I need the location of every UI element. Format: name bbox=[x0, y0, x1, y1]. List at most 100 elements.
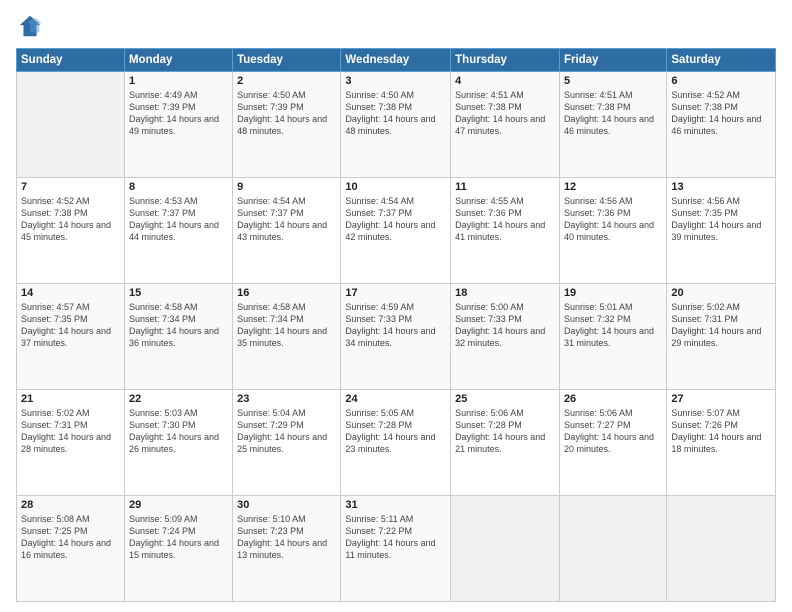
day-info: Sunrise: 4:51 AM Sunset: 7:38 PM Dayligh… bbox=[564, 89, 662, 138]
logo-icon bbox=[16, 12, 44, 40]
day-info: Sunrise: 4:54 AM Sunset: 7:37 PM Dayligh… bbox=[237, 195, 336, 244]
weekday-header-thursday: Thursday bbox=[451, 49, 560, 72]
calendar-cell: 17Sunrise: 4:59 AM Sunset: 7:33 PM Dayli… bbox=[341, 284, 451, 390]
day-number: 6 bbox=[671, 75, 771, 87]
day-info: Sunrise: 5:11 AM Sunset: 7:22 PM Dayligh… bbox=[345, 513, 446, 562]
calendar-cell: 15 Sunrise: 4:58 AM Sunset: 7:34 PM Dayli… bbox=[124, 284, 232, 390]
calendar-cell: 16Sunrise: 4:58 AM Sunset: 7:34 PM Dayli… bbox=[233, 284, 341, 390]
day-info: Sunrise: 5:02 AM Sunset: 7:31 PM Dayligh… bbox=[21, 407, 120, 456]
day-info: Sunrise: 4:50 AM Sunset: 7:38 PM Dayligh… bbox=[345, 89, 446, 138]
day-number: 10 bbox=[345, 181, 446, 193]
calendar-cell: 6 Sunrise: 4:52 AM Sunset: 7:38 PM Daylig… bbox=[667, 72, 776, 178]
calendar-cell: 19 Sunrise: 5:01 AM Sunset: 7:32 PM Dayli… bbox=[559, 284, 666, 390]
day-info: Sunrise: 4:49 AM Sunset: 7:39 PM Dayligh… bbox=[129, 89, 228, 138]
weekday-header-tuesday: Tuesday bbox=[233, 49, 341, 72]
day-number: 9 bbox=[237, 181, 336, 193]
calendar-cell: 25Sunrise: 5:06 AM Sunset: 7:28 PM Dayli… bbox=[451, 390, 560, 496]
weekday-header-friday: Friday bbox=[559, 49, 666, 72]
day-info: Sunrise: 4:56 AM Sunset: 7:35 PM Dayligh… bbox=[671, 195, 771, 244]
calendar-cell: 18Sunrise: 5:00 AM Sunset: 7:33 PM Dayli… bbox=[451, 284, 560, 390]
day-number: 24 bbox=[345, 393, 446, 405]
day-info: Sunrise: 5:05 AM Sunset: 7:28 PM Dayligh… bbox=[345, 407, 446, 456]
calendar-cell: 27 Sunrise: 5:07 AM Sunset: 7:26 PM Dayli… bbox=[667, 390, 776, 496]
calendar-cell: 26Sunrise: 5:06 AM Sunset: 7:27 PM Dayli… bbox=[559, 390, 666, 496]
calendar-cell: 4 Sunrise: 4:51 AM Sunset: 7:38 PM Daylig… bbox=[451, 72, 560, 178]
calendar-cell: 10 Sunrise: 4:54 AM Sunset: 7:37 PM Dayli… bbox=[341, 178, 451, 284]
day-number: 3 bbox=[345, 75, 446, 87]
day-info: Sunrise: 4:54 AM Sunset: 7:37 PM Dayligh… bbox=[345, 195, 446, 244]
weekday-row: SundayMondayTuesdayWednesdayThursdayFrid… bbox=[17, 49, 776, 72]
calendar-cell: 13 Sunrise: 4:56 AM Sunset: 7:35 PM Dayli… bbox=[667, 178, 776, 284]
calendar-header: SundayMondayTuesdayWednesdayThursdayFrid… bbox=[17, 49, 776, 72]
day-info: Sunrise: 4:59 AM Sunset: 7:33 PM Dayligh… bbox=[345, 301, 446, 350]
day-info: Sunrise: 5:07 AM Sunset: 7:26 PM Dayligh… bbox=[671, 407, 771, 456]
day-number: 2 bbox=[237, 75, 336, 87]
calendar-body: 1 Sunrise: 4:49 AM Sunset: 7:39 PM Daylig… bbox=[17, 72, 776, 602]
calendar-cell: 2 Sunrise: 4:50 AM Sunset: 7:39 PM Daylig… bbox=[233, 72, 341, 178]
day-number: 14 bbox=[21, 287, 120, 299]
day-info: Sunrise: 4:58 AM Sunset: 7:34 PM Dayligh… bbox=[237, 301, 336, 350]
day-info: Sunrise: 5:10 AM Sunset: 7:23 PM Dayligh… bbox=[237, 513, 336, 562]
day-info: Sunrise: 5:09 AM Sunset: 7:24 PM Dayligh… bbox=[129, 513, 228, 562]
calendar-week-4: 21Sunrise: 5:02 AM Sunset: 7:31 PM Dayli… bbox=[17, 390, 776, 496]
calendar-cell: 28Sunrise: 5:08 AM Sunset: 7:25 PM Dayli… bbox=[17, 496, 125, 602]
day-number: 11 bbox=[455, 181, 555, 193]
day-info: Sunrise: 4:58 AM Sunset: 7:34 PM Dayligh… bbox=[129, 301, 228, 350]
day-number: 25 bbox=[455, 393, 555, 405]
day-number: 13 bbox=[671, 181, 771, 193]
calendar-cell bbox=[17, 72, 125, 178]
day-info: Sunrise: 5:04 AM Sunset: 7:29 PM Dayligh… bbox=[237, 407, 336, 456]
calendar-cell: 8 Sunrise: 4:53 AM Sunset: 7:37 PM Daylig… bbox=[124, 178, 232, 284]
day-info: Sunrise: 4:52 AM Sunset: 7:38 PM Dayligh… bbox=[671, 89, 771, 138]
weekday-header-monday: Monday bbox=[124, 49, 232, 72]
day-number: 15 bbox=[129, 287, 228, 299]
day-number: 30 bbox=[237, 499, 336, 511]
day-info: Sunrise: 5:02 AM Sunset: 7:31 PM Dayligh… bbox=[671, 301, 771, 350]
day-number: 19 bbox=[564, 287, 662, 299]
calendar-cell: 7Sunrise: 4:52 AM Sunset: 7:38 PM Daylig… bbox=[17, 178, 125, 284]
calendar-week-5: 28Sunrise: 5:08 AM Sunset: 7:25 PM Dayli… bbox=[17, 496, 776, 602]
day-info: Sunrise: 4:53 AM Sunset: 7:37 PM Dayligh… bbox=[129, 195, 228, 244]
calendar-cell: 14 Sunrise: 4:57 AM Sunset: 7:35 PM Dayli… bbox=[17, 284, 125, 390]
day-number: 22 bbox=[129, 393, 228, 405]
calendar-cell: 12Sunrise: 4:56 AM Sunset: 7:36 PM Dayli… bbox=[559, 178, 666, 284]
day-info: Sunrise: 5:06 AM Sunset: 7:27 PM Dayligh… bbox=[564, 407, 662, 456]
calendar-week-2: 7Sunrise: 4:52 AM Sunset: 7:38 PM Daylig… bbox=[17, 178, 776, 284]
day-number: 4 bbox=[455, 75, 555, 87]
day-number: 28 bbox=[21, 499, 120, 511]
calendar-cell: 31 Sunrise: 5:11 AM Sunset: 7:22 PM Dayli… bbox=[341, 496, 451, 602]
weekday-header-wednesday: Wednesday bbox=[341, 49, 451, 72]
day-info: Sunrise: 4:51 AM Sunset: 7:38 PM Dayligh… bbox=[455, 89, 555, 138]
weekday-header-sunday: Sunday bbox=[17, 49, 125, 72]
calendar-week-3: 14 Sunrise: 4:57 AM Sunset: 7:35 PM Dayli… bbox=[17, 284, 776, 390]
day-number: 1 bbox=[129, 75, 228, 87]
day-number: 29 bbox=[129, 499, 228, 511]
calendar-cell: 22Sunrise: 5:03 AM Sunset: 7:30 PM Dayli… bbox=[124, 390, 232, 496]
day-info: Sunrise: 4:50 AM Sunset: 7:39 PM Dayligh… bbox=[237, 89, 336, 138]
calendar-cell: 3 Sunrise: 4:50 AM Sunset: 7:38 PM Daylig… bbox=[341, 72, 451, 178]
day-number: 5 bbox=[564, 75, 662, 87]
day-number: 27 bbox=[671, 393, 771, 405]
calendar-cell: 5 Sunrise: 4:51 AM Sunset: 7:38 PM Daylig… bbox=[559, 72, 666, 178]
day-info: Sunrise: 4:52 AM Sunset: 7:38 PM Dayligh… bbox=[21, 195, 120, 244]
day-info: Sunrise: 4:57 AM Sunset: 7:35 PM Dayligh… bbox=[21, 301, 120, 350]
day-info: Sunrise: 4:56 AM Sunset: 7:36 PM Dayligh… bbox=[564, 195, 662, 244]
day-number: 20 bbox=[671, 287, 771, 299]
calendar-cell: 29 Sunrise: 5:09 AM Sunset: 7:24 PM Dayli… bbox=[124, 496, 232, 602]
page: SundayMondayTuesdayWednesdayThursdayFrid… bbox=[0, 0, 792, 612]
day-number: 8 bbox=[129, 181, 228, 193]
calendar-cell bbox=[667, 496, 776, 602]
day-info: Sunrise: 5:01 AM Sunset: 7:32 PM Dayligh… bbox=[564, 301, 662, 350]
calendar-week-1: 1 Sunrise: 4:49 AM Sunset: 7:39 PM Daylig… bbox=[17, 72, 776, 178]
calendar-cell bbox=[451, 496, 560, 602]
calendar-table: SundayMondayTuesdayWednesdayThursdayFrid… bbox=[16, 48, 776, 602]
weekday-header-saturday: Saturday bbox=[667, 49, 776, 72]
calendar-cell: 11Sunrise: 4:55 AM Sunset: 7:36 PM Dayli… bbox=[451, 178, 560, 284]
day-number: 18 bbox=[455, 287, 555, 299]
header bbox=[16, 12, 776, 40]
calendar-cell bbox=[559, 496, 666, 602]
calendar-cell: 23Sunrise: 5:04 AM Sunset: 7:29 PM Dayli… bbox=[233, 390, 341, 496]
calendar-cell: 9 Sunrise: 4:54 AM Sunset: 7:37 PM Daylig… bbox=[233, 178, 341, 284]
day-number: 31 bbox=[345, 499, 446, 511]
calendar-cell: 20 Sunrise: 5:02 AM Sunset: 7:31 PM Dayli… bbox=[667, 284, 776, 390]
